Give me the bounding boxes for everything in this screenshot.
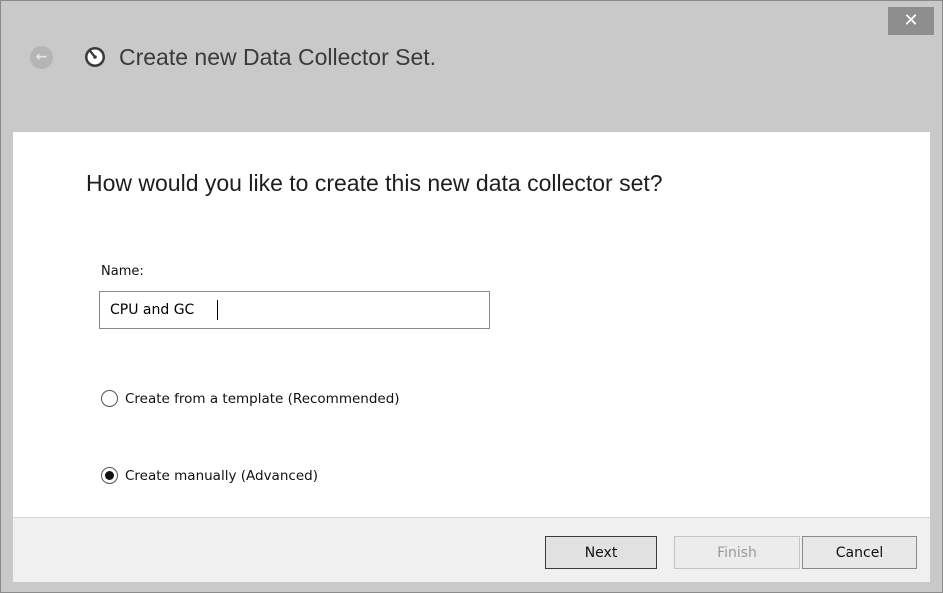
name-field[interactable]	[99, 291, 490, 329]
radio-label-manual: Create manually (Advanced)	[125, 467, 318, 484]
finish-button[interactable]: Finish	[674, 536, 800, 569]
radio-option-manual[interactable]: Create manually (Advanced)	[101, 467, 318, 484]
back-arrow-icon[interactable]: ←	[30, 46, 53, 69]
wizard-title: Create new Data Collector Set.	[119, 44, 437, 70]
close-button[interactable]: ✕	[888, 7, 934, 35]
cancel-button[interactable]: Cancel	[802, 536, 917, 569]
performance-monitor-icon	[85, 47, 105, 67]
radio-button-unchecked[interactable]	[101, 390, 118, 407]
name-label: Name:	[101, 264, 144, 279]
wizard-content: How would you like to create this new da…	[13, 132, 930, 517]
title-bar: ✕	[1, 1, 942, 35]
radio-label-template: Create from a template (Recommended)	[125, 390, 400, 407]
button-bar: Next Finish Cancel	[13, 517, 930, 582]
next-button[interactable]: Next	[545, 536, 657, 569]
page-heading: How would you like to create this new da…	[86, 170, 663, 196]
text-cursor	[217, 300, 218, 320]
radio-option-template[interactable]: Create from a template (Recommended)	[101, 390, 400, 407]
close-icon: ✕	[903, 10, 919, 31]
radio-button-checked[interactable]	[101, 467, 118, 484]
wizard-window: ✕ ← Create new Data Collector Set. How w…	[0, 0, 943, 593]
